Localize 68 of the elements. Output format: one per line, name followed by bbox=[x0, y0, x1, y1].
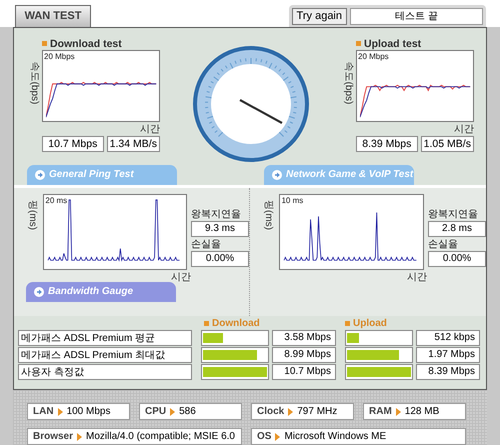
chart-title: Upload test bbox=[364, 38, 422, 50]
arrow-icon bbox=[272, 170, 282, 180]
info-label: RAM bbox=[369, 406, 392, 417]
info-label: OS bbox=[257, 431, 272, 442]
latency-label: 왕복지연율 bbox=[428, 208, 479, 221]
arrow-icon bbox=[35, 170, 45, 180]
table-cell: 10.7 Mbps bbox=[272, 364, 336, 380]
speed-value: 1.05 MB/s bbox=[420, 136, 474, 152]
axis-label: 시간 bbox=[454, 124, 474, 135]
status-field: 테스트 끝 bbox=[350, 8, 483, 25]
table-cell: 3.58 Mbps bbox=[272, 330, 336, 346]
info-value: Mozilla/4.0 (compatible; MSIE 6.0 bbox=[86, 431, 235, 442]
info-label: Clock bbox=[257, 406, 284, 417]
table-cell: 1.97 Mbps bbox=[416, 346, 480, 363]
table-cell: 메가패스 ADSL Premium 최대값 bbox=[18, 346, 192, 363]
column-header: Upload bbox=[353, 318, 387, 329]
axis-label: 속도(bps) bbox=[342, 61, 355, 104]
arrow-icon bbox=[170, 408, 176, 416]
info-value: 128 MB bbox=[404, 406, 440, 417]
arrow-icon bbox=[77, 432, 82, 440]
bullet-icon bbox=[204, 320, 209, 326]
table-cell: 512 kbps bbox=[416, 330, 480, 346]
table-cell: 메가패스 ADSL Premium 평균 bbox=[18, 330, 192, 346]
axis-label: 시간 bbox=[140, 124, 160, 135]
arrow-icon bbox=[58, 408, 63, 416]
chart-title: Download test bbox=[50, 38, 122, 50]
axis-label: 시간 bbox=[171, 272, 191, 283]
info-value: 586 bbox=[179, 406, 196, 417]
speed-value: 10.7 Mbps bbox=[42, 136, 104, 152]
tab[interactable]: WAN TEST bbox=[15, 4, 91, 27]
info-label: Browser bbox=[33, 431, 74, 442]
column-header: Download bbox=[212, 318, 260, 329]
axis-label: 핑(ms) bbox=[26, 200, 39, 230]
info-label: LAN bbox=[33, 406, 54, 417]
arrow-icon bbox=[275, 432, 280, 440]
table-cell: 사용자 측정값 bbox=[18, 364, 192, 380]
arrow-icon bbox=[396, 408, 401, 416]
axis-label: 속도(bps) bbox=[28, 61, 41, 104]
scale-label: 20 ms bbox=[45, 196, 68, 205]
info-value: 797 MHz bbox=[297, 406, 338, 417]
speed-value: 8.39 Mbps bbox=[356, 136, 418, 152]
table-cell: 8.99 Mbps bbox=[272, 346, 336, 363]
bullet-icon bbox=[345, 320, 350, 326]
latency-value: 2.8 ms bbox=[428, 220, 486, 237]
info-value: 100 Mbps bbox=[66, 406, 110, 417]
latency-value: 9.3 ms bbox=[191, 220, 249, 237]
loss-value: 0.00% bbox=[428, 250, 486, 267]
scale-label: 20 Mbps bbox=[358, 52, 389, 61]
info-label: CPU bbox=[145, 406, 166, 417]
loss-value: 0.00% bbox=[191, 250, 249, 267]
latency-label: 왕복지연율 bbox=[191, 208, 242, 221]
axis-label: 핑(ms) bbox=[262, 200, 275, 230]
scale-label: 20 Mbps bbox=[44, 52, 75, 61]
section-tab[interactable]: Bandwidth Gauge bbox=[26, 282, 176, 302]
try-again-button[interactable]: Try again bbox=[292, 8, 347, 25]
arrow-icon bbox=[288, 408, 294, 416]
axis-label: 시간 bbox=[407, 272, 427, 283]
loss-label: 손실율 bbox=[428, 238, 459, 251]
bullet-icon bbox=[356, 41, 361, 46]
info-value: Microsoft Windows ME bbox=[284, 431, 386, 442]
section-tab[interactable]: General Ping Test bbox=[27, 164, 177, 185]
table-cell: 8.39 Mbps bbox=[416, 364, 480, 380]
bullet-icon bbox=[42, 41, 47, 46]
scale-label: 10 ms bbox=[281, 196, 304, 205]
arrow-icon bbox=[34, 286, 44, 297]
section-tab[interactable]: Network Game & VoIP Test bbox=[264, 164, 414, 185]
loss-label: 손실율 bbox=[191, 238, 222, 251]
speed-value: 1.34 MB/s bbox=[106, 136, 160, 152]
